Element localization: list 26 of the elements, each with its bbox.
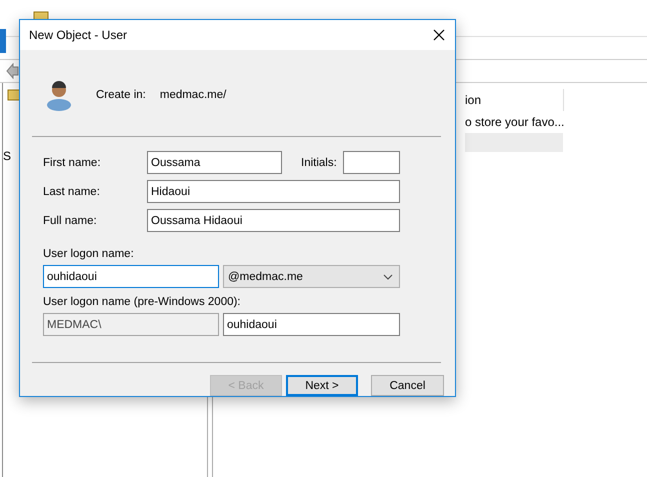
field-label: Full name:: [43, 214, 98, 226]
accent-bar: [0, 29, 6, 53]
last-name-field[interactable]: Hidaoui: [147, 180, 400, 203]
logon-name-field[interactable]: ouhidaoui: [43, 265, 219, 288]
back-arrow-icon[interactable]: [6, 63, 20, 79]
create-in-value: medmac.me/: [160, 89, 226, 101]
create-in-label: Create in:: [96, 89, 146, 101]
folder-icon: [7, 89, 21, 101]
field-label: Initials:: [301, 156, 338, 168]
domain-dropdown[interactable]: @medmac.me: [223, 265, 400, 288]
field-label: Last name:: [43, 186, 101, 198]
initials-field[interactable]: [343, 151, 400, 174]
dialog-title: New Object - User: [29, 28, 128, 42]
first-name-field[interactable]: Oussama: [147, 151, 282, 174]
column-header[interactable]: ion: [465, 93, 482, 107]
close-icon[interactable]: [433, 29, 445, 41]
pre2000-logon-field[interactable]: ouhidaoui: [223, 313, 400, 336]
field-label: User logon name (pre-Windows 2000):: [43, 296, 242, 310]
dialog-button[interactable]: Cancel: [371, 375, 444, 396]
list-cell: o store your favo...: [465, 115, 564, 129]
full-name-field[interactable]: Oussama Hidaoui: [147, 209, 400, 232]
field-label: First name:: [43, 156, 102, 168]
dialog-button[interactable]: Next >: [286, 375, 358, 396]
field-label: User logon name:: [43, 248, 135, 262]
user-icon: [46, 79, 72, 111]
chevron-down-icon: [383, 274, 393, 280]
